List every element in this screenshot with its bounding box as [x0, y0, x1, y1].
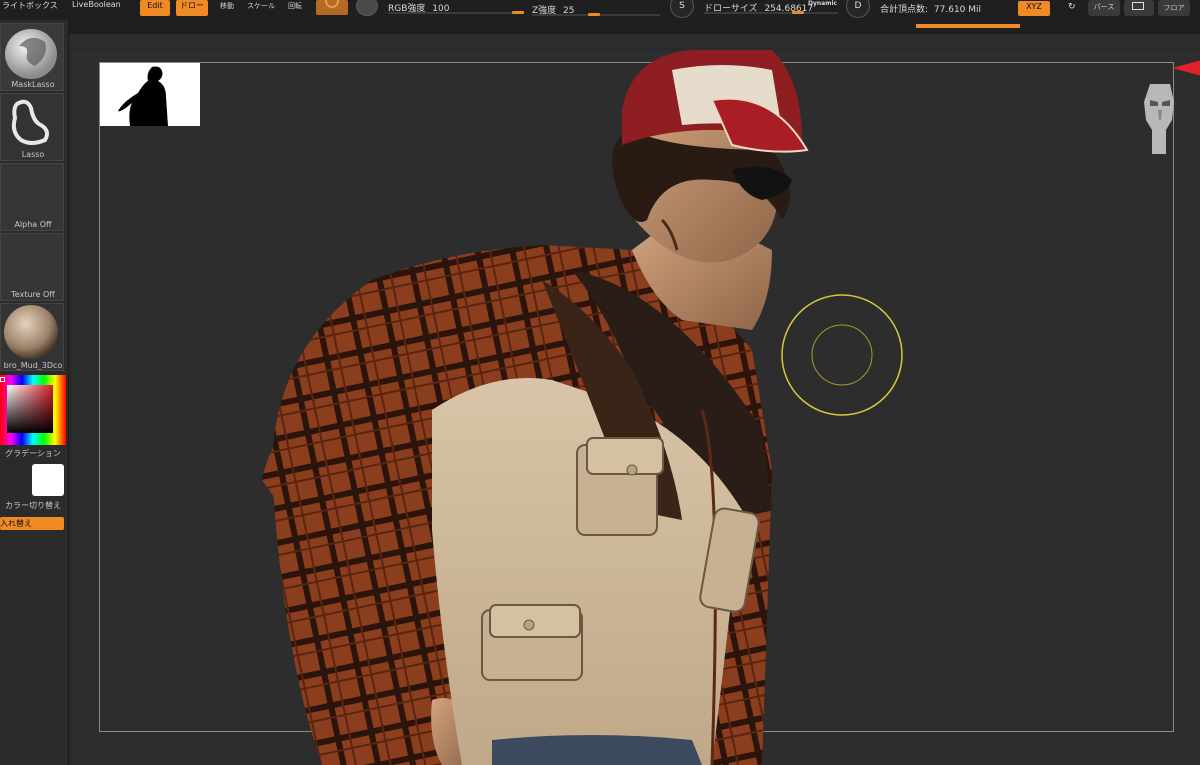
local-symmetry-icon[interactable]: ↻: [1068, 2, 1076, 12]
masklasso-brush-tile[interactable]: MaskLasso: [0, 23, 64, 91]
s-label: S: [679, 1, 685, 11]
left-tool-panel: MaskLasso Lasso Alpha Off Texture Off br…: [0, 20, 69, 765]
d-label: D: [854, 1, 862, 11]
lasso-stroke-tile[interactable]: Lasso: [0, 93, 64, 161]
gradient-label[interactable]: グラデーション: [0, 448, 66, 459]
perspective-label: パース: [1093, 3, 1115, 11]
character-model-viewport: [262, 50, 809, 765]
material-tile[interactable]: bro_Mud_3Dco: [0, 303, 64, 371]
xyz-label: XYZ: [1026, 2, 1042, 11]
document-canvas[interactable]: [72, 50, 1200, 765]
alpha-tile[interactable]: Alpha Off: [0, 163, 64, 231]
canvas-top-strip: [70, 34, 1200, 48]
grid-shape: [1132, 2, 1144, 10]
floor-label: フロア: [1163, 4, 1185, 12]
draw-button-label: ドロー: [180, 1, 204, 10]
grid-icon[interactable]: [1124, 0, 1154, 16]
floor-button[interactable]: フロア: [1158, 0, 1190, 16]
z-slider-thumb[interactable]: [588, 13, 600, 16]
total-vertices-value: 77.610 Mil: [933, 5, 982, 15]
lasso-label: Lasso: [21, 150, 45, 159]
color-picker-marker[interactable]: [0, 377, 5, 382]
d-dynamic-icon[interactable]: D: [846, 0, 870, 18]
texture-tile[interactable]: Texture Off: [0, 233, 64, 301]
s-focal-icon[interactable]: S: [670, 0, 694, 18]
main-color-swatch[interactable]: [0, 462, 30, 498]
total-vertices: 合計頂点数: 77.610 Mil: [880, 2, 981, 15]
material-sphere-preview: [4, 305, 58, 359]
top-toolbar: ライトボックス LiveBoolean Edit ドロー 移動 スケール 回転 …: [0, 0, 1200, 35]
mrgb-toggle[interactable]: [316, 0, 348, 15]
scale-button[interactable]: スケール: [246, 2, 276, 10]
progress-bar: [916, 24, 1020, 28]
edit-button-label: Edit: [147, 1, 163, 10]
xyz-symmetry-button[interactable]: XYZ: [1018, 1, 1050, 16]
lightbox-label[interactable]: ライトボックス: [2, 0, 58, 11]
lasso-icon: [11, 99, 49, 145]
color-saturation-square[interactable]: [7, 385, 53, 433]
draw-button[interactable]: ドロー: [176, 0, 208, 16]
rgb-slider-track[interactable]: [388, 12, 524, 14]
masklasso-label: MaskLasso: [11, 80, 55, 89]
texture-label: Texture Off: [11, 290, 55, 299]
material-label: bro_Mud_3Dco: [3, 361, 63, 370]
masklasso-brush-icon: [5, 29, 57, 79]
rotate-button[interactable]: 回転: [282, 2, 308, 10]
draw-size-track[interactable]: [704, 12, 838, 14]
dynamic-label[interactable]: Dynamic: [808, 0, 837, 7]
rgb-slider-thumb[interactable]: [512, 11, 524, 14]
alpha-label: Alpha Off: [14, 220, 52, 229]
material-sphere-icon[interactable]: [356, 0, 378, 16]
sphere-icon: [325, 0, 339, 8]
draw-size-thumb[interactable]: [792, 11, 804, 14]
perspective-button[interactable]: パース: [1088, 0, 1120, 16]
swap-label: 入れ替え: [0, 519, 32, 528]
color-picker[interactable]: [0, 375, 66, 445]
color-switch-label[interactable]: カラー切り替え: [0, 500, 66, 511]
swap-button[interactable]: 入れ替え: [0, 517, 64, 530]
move-button[interactable]: 移動: [214, 2, 240, 10]
edit-button[interactable]: Edit: [140, 0, 170, 16]
total-vertices-label: 合計頂点数:: [880, 5, 929, 15]
brush-cursor: [781, 294, 903, 416]
secondary-color-swatch[interactable]: [32, 464, 64, 496]
liveboolean-label[interactable]: LiveBoolean: [72, 0, 121, 9]
